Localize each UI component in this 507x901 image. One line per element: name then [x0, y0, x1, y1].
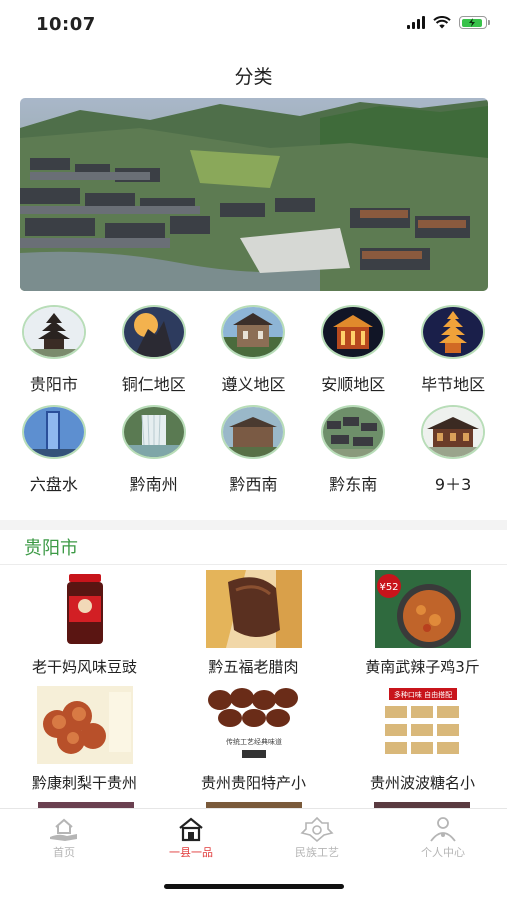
section-header: 贵阳市 — [0, 530, 507, 565]
product-image — [36, 570, 133, 648]
region-thumbnail — [421, 405, 486, 459]
region-thumbnail — [221, 405, 286, 459]
page-title: 分类 — [234, 66, 273, 88]
tab-label: 个人中心 — [421, 846, 465, 859]
product-item[interactable]: 黔五福老腊肉 — [170, 570, 338, 677]
region-label: 毕节地区 — [421, 375, 486, 394]
product-name: 黔康刺梨干贵州 — [31, 774, 137, 792]
region-thumbnail — [21, 405, 86, 459]
product-item[interactable]: 黔康刺梨干贵州 — [1, 686, 169, 793]
region-item-qianxinan[interactable]: 黔西南 — [204, 405, 304, 495]
product-image: 多种口味 自由搭配 — [374, 686, 471, 764]
section-title: 贵阳市 — [24, 538, 78, 559]
tab-label: 民族工艺 — [295, 846, 339, 859]
region-item-tongren[interactable]: 铜仁地区 — [104, 305, 204, 395]
product-grid: 老干妈风味豆豉 黔五福老腊肉 ¥52 黄南武辣子鸡3斤 黔康刺梨干贵州 传统工艺… — [0, 570, 507, 802]
region-grid: 贵阳市 铜仁地区 遵义地区 安顺地区 毕节地区 六盘水 黔南州 黔西南 黔东南 … — [0, 305, 507, 505]
region-thumbnail — [421, 305, 486, 359]
craft-icon — [300, 816, 334, 843]
region-item-9plus3[interactable]: 9＋3 — [403, 405, 503, 495]
product-row: 老干妈风味豆豉 黔五福老腊肉 ¥52 黄南武辣子鸡3斤 — [0, 570, 507, 677]
product-name: 贵州波波糖名小 — [369, 774, 475, 792]
region-label: 黔南州 — [129, 475, 178, 494]
home-hand-icon — [50, 818, 77, 841]
tab-personal-center[interactable]: 个人中心 — [393, 815, 493, 860]
product-item[interactable]: 传统工艺经典味道 贵州贵阳特产小 — [170, 686, 338, 793]
region-item-liupanshui[interactable]: 六盘水 — [4, 405, 104, 495]
person-icon — [430, 817, 456, 842]
region-item-qiannan[interactable]: 黔南州 — [104, 405, 204, 495]
product-image: ¥52 — [374, 570, 471, 648]
region-thumbnail — [321, 405, 386, 459]
banner-image[interactable] — [20, 98, 488, 291]
region-row: 贵阳市 铜仁地区 遵义地区 安顺地区 毕节地区 — [0, 305, 507, 395]
region-item-guiyang[interactable]: 贵阳市 — [4, 305, 104, 395]
region-thumbnail — [221, 305, 286, 359]
product-row: 黔康刺梨干贵州 传统工艺经典味道 贵州贵阳特产小 多种口味 自由搭配 贵州波波糖… — [0, 686, 507, 793]
status-time: 10:07 — [36, 14, 96, 35]
region-row: 六盘水 黔南州 黔西南 黔东南 9＋3 — [0, 405, 507, 495]
product-tagline: 传统工艺经典味道 — [226, 737, 282, 746]
product-image — [205, 570, 302, 648]
tab-ethnic-crafts[interactable]: 民族工艺 — [267, 815, 367, 860]
region-label: 安顺地区 — [321, 375, 386, 394]
price-badge: ¥52 — [379, 582, 398, 593]
region-label: 9＋3 — [434, 475, 472, 494]
region-label: 黔东南 — [329, 475, 378, 494]
region-label: 遵义地区 — [221, 375, 286, 394]
region-item-qiandongnan[interactable]: 黔东南 — [303, 405, 403, 495]
battery-icon — [459, 16, 490, 29]
product-image — [36, 686, 133, 764]
product-name: 贵州贵阳特产小 — [200, 774, 306, 792]
product-tagline: 多种口味 自由搭配 — [393, 690, 451, 699]
tab-home[interactable]: 首页 — [14, 815, 114, 860]
product-name: 黄南武辣子鸡3斤 — [365, 658, 480, 676]
product-item[interactable]: 老干妈风味豆豉 — [1, 570, 169, 677]
product-item[interactable]: ¥52 黄南武辣子鸡3斤 — [339, 570, 507, 677]
tab-label: 一县一品 — [169, 846, 213, 859]
house-icon — [179, 817, 203, 842]
product-name: 老干妈风味豆豉 — [31, 658, 137, 676]
product-item[interactable]: 多种口味 自由搭配 贵州波波糖名小 — [339, 686, 507, 793]
status-bar: 10:07 — [0, 0, 507, 48]
product-name: 黔五福老腊肉 — [208, 658, 299, 676]
region-item-zunyi[interactable]: 遵义地区 — [204, 305, 304, 395]
region-thumbnail — [321, 305, 386, 359]
region-label: 贵阳市 — [29, 375, 78, 394]
section-divider — [0, 520, 507, 530]
tab-label: 首页 — [53, 846, 75, 859]
region-item-anshun[interactable]: 安顺地区 — [303, 305, 403, 395]
region-thumbnail — [121, 405, 186, 459]
tab-one-county-one-product[interactable]: 一县一品 — [141, 815, 241, 860]
region-label: 六盘水 — [29, 475, 78, 494]
region-label: 铜仁地区 — [121, 375, 186, 394]
region-thumbnail — [121, 305, 186, 359]
region-thumbnail — [21, 305, 86, 359]
region-item-bijie[interactable]: 毕节地区 — [403, 305, 503, 395]
status-icons — [407, 16, 490, 29]
wifi-icon — [433, 16, 451, 29]
product-image: 传统工艺经典味道 — [205, 686, 302, 764]
signal-icon — [407, 16, 425, 29]
region-label: 黔西南 — [229, 475, 278, 494]
home-indicator[interactable] — [164, 884, 344, 889]
